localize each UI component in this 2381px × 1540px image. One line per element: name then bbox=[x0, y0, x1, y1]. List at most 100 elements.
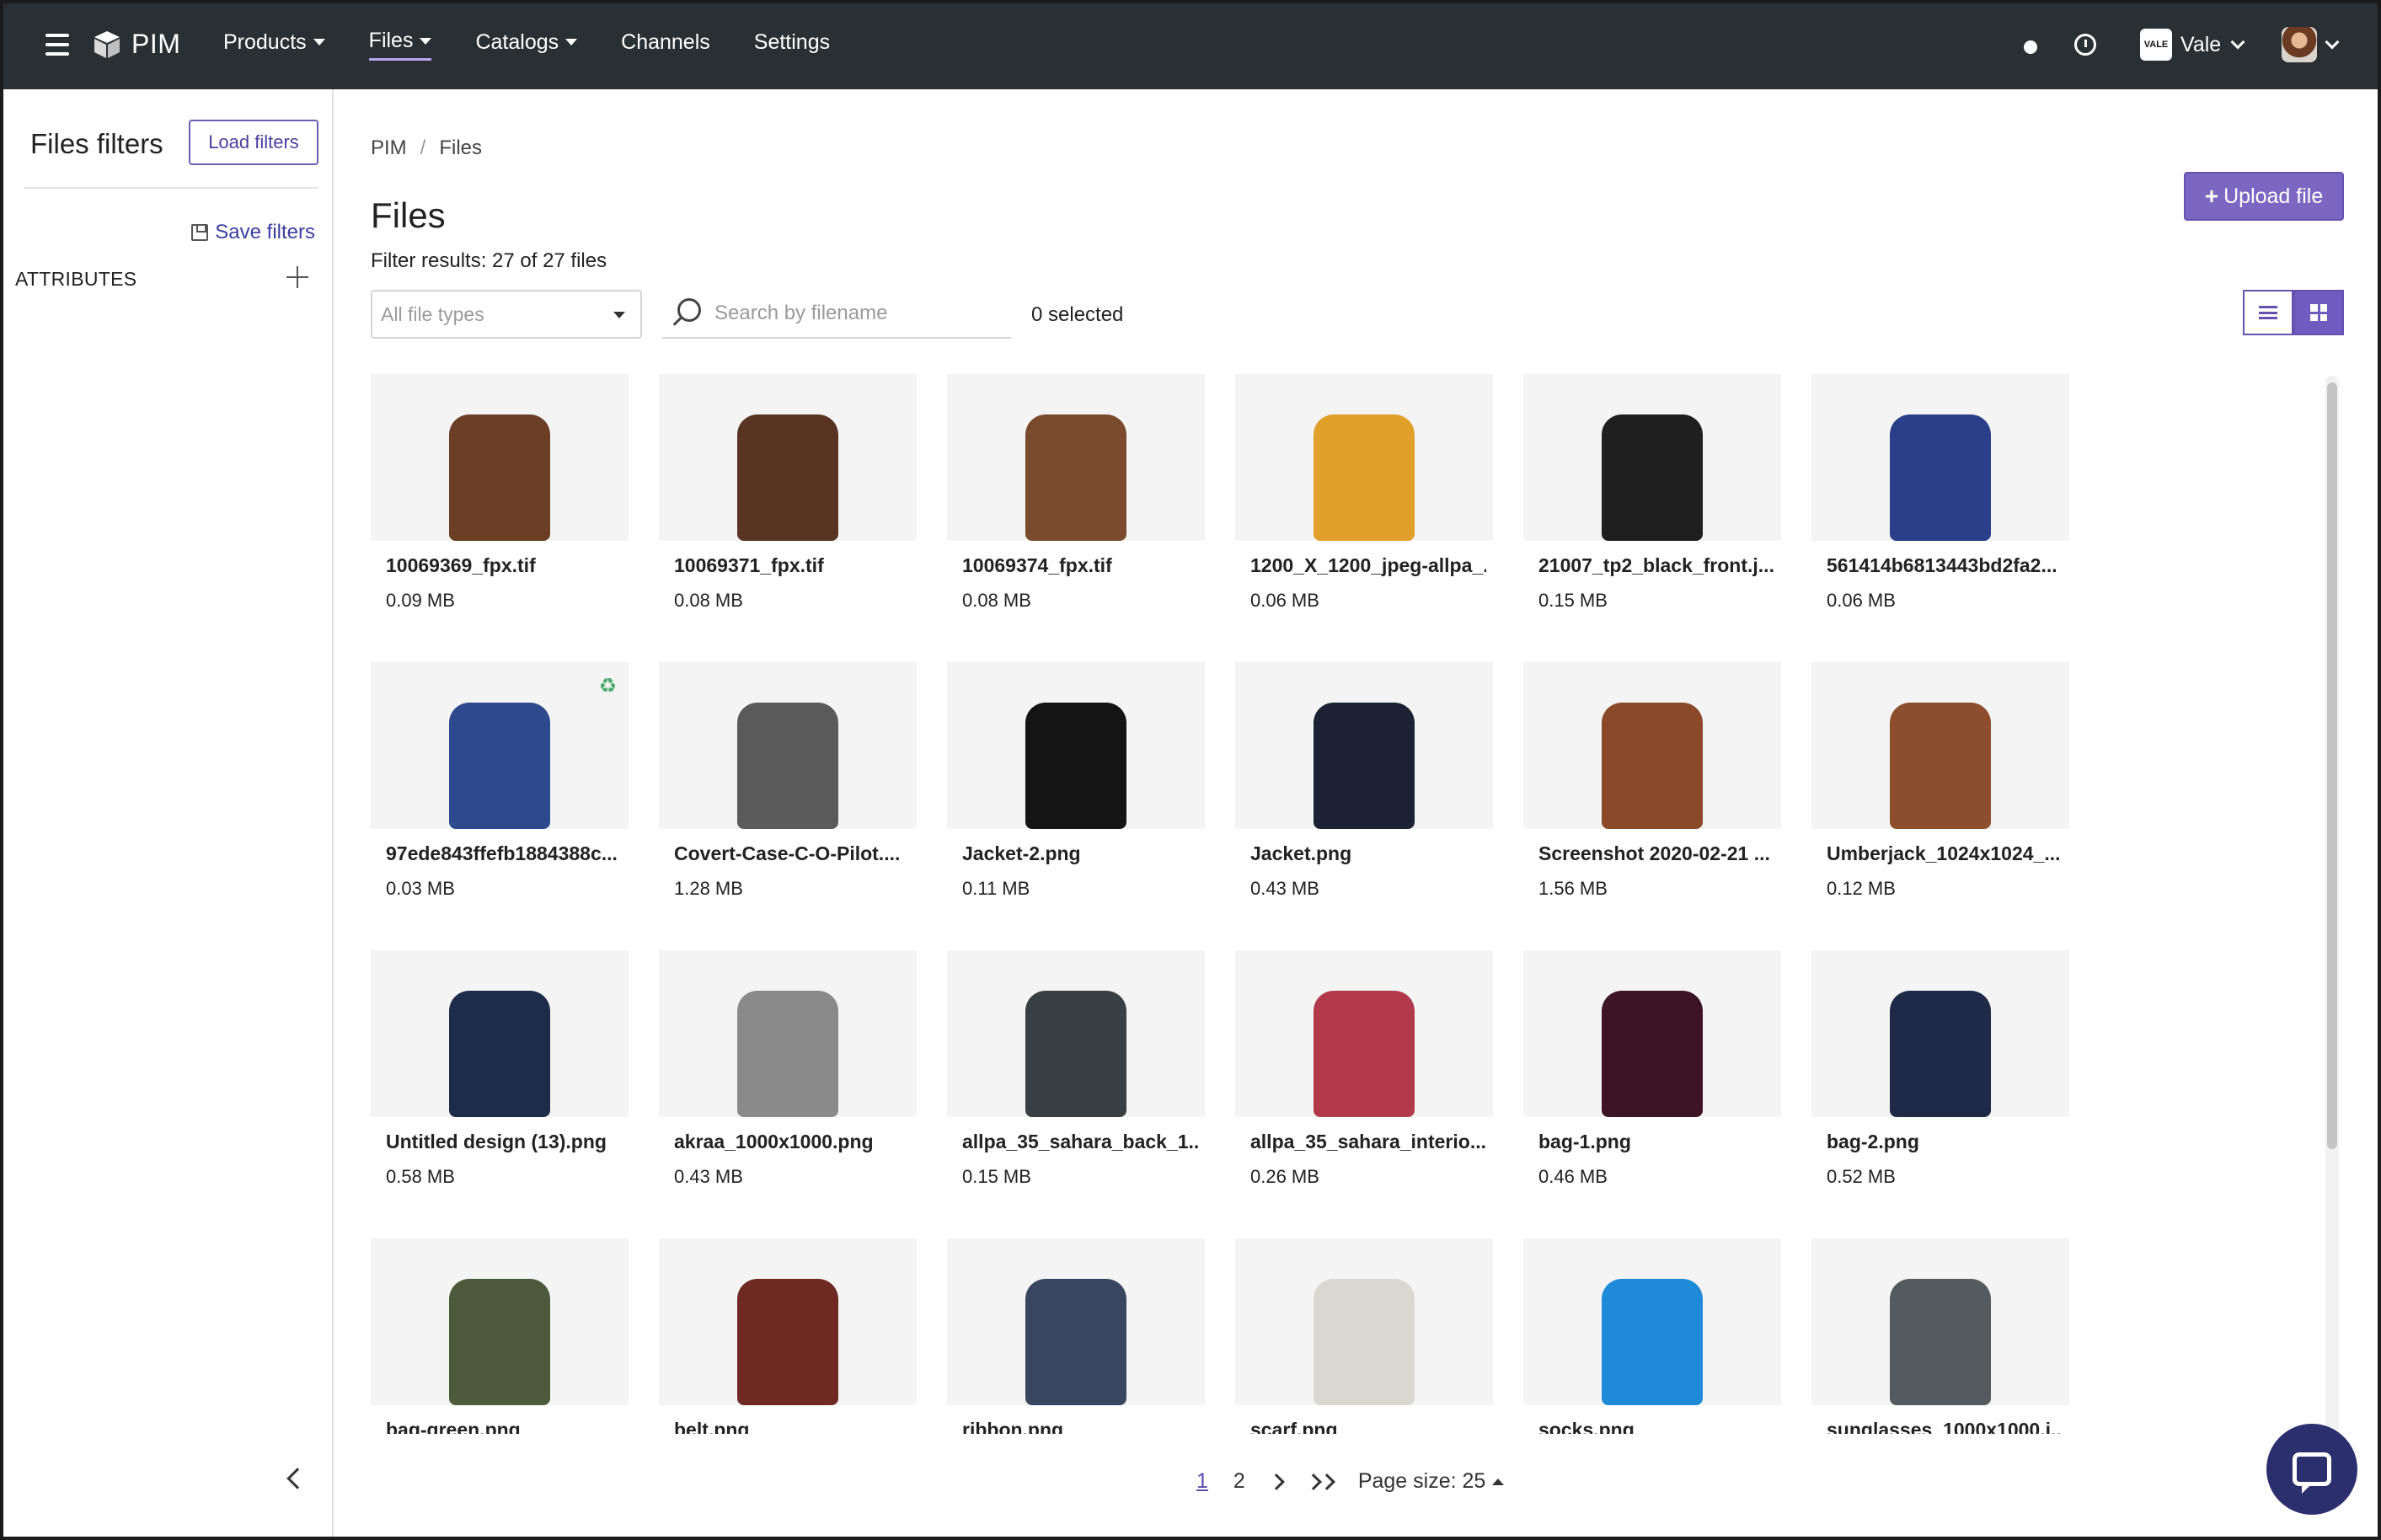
file-name: sunglasses_1000x1000.j... bbox=[1827, 1419, 2063, 1434]
file-thumbnail[interactable] bbox=[1235, 1238, 1493, 1405]
file-card[interactable]: socks.png bbox=[1523, 1238, 1781, 1434]
brand-name: PIM bbox=[131, 29, 181, 59]
page-1-link[interactable]: 1 bbox=[1196, 1469, 1208, 1494]
file-card[interactable]: sunglasses_1000x1000.j... bbox=[1811, 1238, 2069, 1434]
search-input[interactable] bbox=[714, 302, 1001, 325]
file-card[interactable]: bag-1.png 0.46 MB bbox=[1523, 950, 1781, 1211]
file-card[interactable]: scarf.png bbox=[1235, 1238, 1493, 1434]
file-thumbnail[interactable]: ♻ bbox=[371, 662, 629, 829]
file-card[interactable]: Covert-Case-C-O-Pilot.... 1.28 MB bbox=[659, 662, 917, 923]
file-thumbnail[interactable] bbox=[371, 1238, 629, 1405]
nav-label: Files bbox=[368, 29, 414, 52]
file-thumbnail[interactable] bbox=[1523, 374, 1781, 541]
file-thumbnail[interactable] bbox=[1811, 662, 2069, 829]
save-filters-button[interactable]: Save filters bbox=[191, 221, 315, 244]
file-thumbnail[interactable] bbox=[947, 374, 1205, 541]
clock-icon[interactable] bbox=[2074, 34, 2096, 56]
file-thumbnail[interactable] bbox=[1811, 374, 2069, 541]
list-view-button[interactable] bbox=[2243, 290, 2293, 335]
product-image bbox=[1890, 1279, 1991, 1405]
file-card[interactable]: bag-2.png 0.52 MB bbox=[1811, 950, 2069, 1211]
nav-files[interactable]: Files bbox=[368, 29, 432, 61]
file-card[interactable]: 10069371_fpx.tif 0.08 MB bbox=[659, 374, 917, 635]
file-size: 1.28 MB bbox=[674, 878, 743, 899]
file-type-select[interactable]: All file types bbox=[371, 290, 642, 339]
file-name: Covert-Case-C-O-Pilot.... bbox=[674, 842, 901, 864]
chevron-down-icon bbox=[2325, 35, 2340, 50]
scrollbar-thumb[interactable] bbox=[2327, 382, 2337, 1149]
file-card[interactable]: Untitled design (13).png 0.58 MB bbox=[371, 950, 629, 1211]
file-card[interactable]: bag-green.png bbox=[371, 1238, 629, 1434]
account-switcher[interactable]: VALE Vale bbox=[2140, 29, 2245, 61]
page-2-link[interactable]: 2 bbox=[1233, 1469, 1245, 1494]
product-image bbox=[1602, 414, 1703, 541]
file-thumbnail[interactable] bbox=[947, 950, 1205, 1117]
file-size: 0.58 MB bbox=[386, 1166, 455, 1187]
breadcrumb-root[interactable]: PIM bbox=[371, 136, 407, 160]
file-card[interactable]: 561414b6813443bd2fa2... 0.06 MB bbox=[1811, 374, 2069, 635]
file-thumbnail[interactable] bbox=[947, 1238, 1205, 1405]
grid-view-button[interactable] bbox=[2293, 290, 2344, 335]
notification-dot-icon[interactable] bbox=[2024, 40, 2037, 54]
file-thumbnail[interactable] bbox=[659, 950, 917, 1117]
load-filters-button[interactable]: Load filters bbox=[189, 120, 318, 165]
file-thumbnail[interactable] bbox=[1235, 950, 1493, 1117]
file-card[interactable]: Screenshot 2020-02-21 ... 1.56 MB bbox=[1523, 662, 1781, 923]
page-size-label: Page size: 25 bbox=[1357, 1469, 1486, 1493]
file-card[interactable]: Jacket.png 0.43 MB bbox=[1235, 662, 1493, 923]
file-card[interactable]: 21007_tp2_black_front.j... 0.15 MB bbox=[1523, 374, 1781, 635]
file-thumbnail[interactable] bbox=[659, 1238, 917, 1405]
last-page-double-chevron-right-icon[interactable] bbox=[1304, 1473, 1335, 1490]
file-card[interactable]: 1200_X_1200_jpeg-allpa_... 0.06 MB bbox=[1235, 374, 1493, 635]
view-toggle bbox=[2243, 290, 2344, 335]
user-menu[interactable] bbox=[2282, 27, 2340, 62]
file-card[interactable]: 10069374_fpx.tif 0.08 MB bbox=[947, 374, 1205, 635]
sidebar-title: Files filters bbox=[30, 128, 163, 159]
add-attribute-plus-icon[interactable] bbox=[286, 266, 308, 288]
file-size: 0.52 MB bbox=[1827, 1166, 1896, 1187]
account-logo: VALE bbox=[2140, 29, 2172, 61]
file-card[interactable]: ♻ 97ede843ffefb1884388c... 0.03 MB bbox=[371, 662, 629, 923]
product-image bbox=[449, 703, 550, 829]
file-name: socks.png bbox=[1538, 1419, 1635, 1434]
breadcrumb-current: Files bbox=[439, 136, 483, 159]
nav-channels[interactable]: Channels bbox=[621, 29, 710, 61]
file-thumbnail[interactable] bbox=[371, 374, 629, 541]
file-card[interactable]: belt.png bbox=[659, 1238, 917, 1434]
file-thumbnail[interactable] bbox=[1523, 950, 1781, 1117]
file-size: 0.08 MB bbox=[962, 590, 1031, 611]
file-name: 97ede843ffefb1884388c... bbox=[386, 842, 618, 864]
file-thumbnail[interactable] bbox=[1235, 374, 1493, 541]
file-card[interactable]: 10069369_fpx.tif 0.09 MB bbox=[371, 374, 629, 635]
file-thumbnail[interactable] bbox=[1235, 662, 1493, 829]
file-card[interactable]: allpa_35_sahara_back_1... 0.15 MB bbox=[947, 950, 1205, 1211]
upload-file-button[interactable]: + Upload file bbox=[2184, 172, 2344, 221]
file-size: 0.09 MB bbox=[386, 590, 455, 611]
file-thumbnail[interactable] bbox=[1811, 1238, 2069, 1405]
grid-scrollbar[interactable] bbox=[2325, 376, 2339, 1434]
file-thumbnail[interactable] bbox=[1811, 950, 2069, 1117]
file-thumbnail[interactable] bbox=[659, 374, 917, 541]
nav-catalogs[interactable]: Catalogs bbox=[475, 29, 578, 61]
file-thumbnail[interactable] bbox=[1523, 662, 1781, 829]
file-name: Screenshot 2020-02-21 ... bbox=[1538, 842, 1770, 864]
upload-file-label: Upload file bbox=[2223, 184, 2324, 208]
file-thumbnail[interactable] bbox=[1523, 1238, 1781, 1405]
file-card[interactable]: akraa_1000x1000.png 0.43 MB bbox=[659, 950, 917, 1211]
page-size-select[interactable]: Page size: 25 bbox=[1358, 1469, 1505, 1494]
nav-products[interactable]: Products bbox=[223, 29, 325, 61]
file-card[interactable]: Jacket-2.png 0.11 MB bbox=[947, 662, 1205, 923]
file-thumbnail[interactable] bbox=[371, 950, 629, 1117]
hamburger-icon[interactable] bbox=[45, 34, 69, 56]
chat-button[interactable] bbox=[2266, 1424, 2357, 1515]
collapse-sidebar-chevron-left-icon[interactable] bbox=[286, 1468, 308, 1489]
nav-settings[interactable]: Settings bbox=[754, 29, 830, 61]
file-card[interactable]: Umberjack_1024x1024_... 0.12 MB bbox=[1811, 662, 2069, 923]
file-thumbnail[interactable] bbox=[659, 662, 917, 829]
file-card[interactable]: allpa_35_sahara_interio... 0.26 MB bbox=[1235, 950, 1493, 1211]
next-page-chevron-right-icon[interactable] bbox=[1267, 1473, 1285, 1490]
file-thumbnail[interactable] bbox=[947, 662, 1205, 829]
file-card[interactable]: ribbon.png bbox=[947, 1238, 1205, 1434]
save-filters-label: Save filters bbox=[215, 221, 315, 243]
brand[interactable]: PIM bbox=[93, 29, 180, 60]
